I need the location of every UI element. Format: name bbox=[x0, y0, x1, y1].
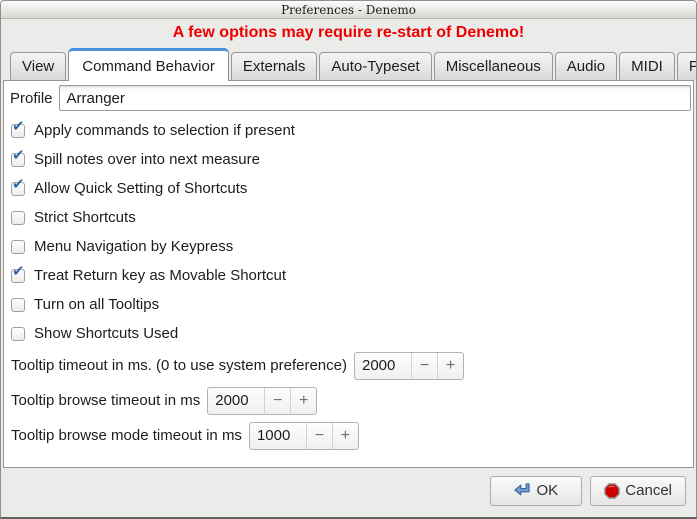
spin-increment-button[interactable]: + bbox=[332, 423, 358, 449]
checkbox-menu-navigation[interactable]: ✔ bbox=[11, 240, 25, 254]
tab-miscellaneous[interactable]: Miscellaneous bbox=[434, 52, 553, 80]
tab-command-behavior[interactable]: Command Behavior bbox=[68, 48, 229, 81]
spin-value[interactable]: 2000 bbox=[355, 353, 411, 379]
preferences-tab-bar: View Command Behavior Externals Auto-Typ… bbox=[1, 46, 696, 80]
spin-decrement-button[interactable]: − bbox=[264, 388, 290, 414]
checkbox-strict-shortcuts[interactable]: ✔ bbox=[11, 211, 25, 225]
checkmark-icon: ✔ bbox=[12, 148, 25, 163]
spin-increment-button[interactable]: + bbox=[437, 353, 463, 379]
checkbox-row-apply-commands[interactable]: ✔ Apply commands to selection if present bbox=[6, 116, 691, 145]
spin-increment-button[interactable]: + bbox=[290, 388, 316, 414]
checkbox-spill-notes[interactable]: ✔ bbox=[11, 153, 25, 167]
profile-input[interactable]: Arranger bbox=[59, 85, 691, 111]
profile-value: Arranger bbox=[67, 90, 125, 107]
ok-button[interactable]: OK bbox=[490, 476, 582, 506]
cancel-button[interactable]: Cancel bbox=[590, 476, 686, 506]
spin-value[interactable]: 1000 bbox=[250, 423, 306, 449]
tab-pitch-entry[interactable]: Pitch Entry bbox=[677, 52, 697, 80]
spin-decrement-button[interactable]: − bbox=[306, 423, 332, 449]
spinbutton-tooltip-browse-timeout: 2000 − + bbox=[207, 387, 317, 415]
dialog-action-area: OK Cancel bbox=[1, 468, 696, 519]
checkbox-quick-shortcuts[interactable]: ✔ bbox=[11, 182, 25, 196]
command-behavior-panel: Profile Arranger ✔ Apply commands to sel… bbox=[3, 80, 694, 468]
checkbox-row-tooltips-on[interactable]: ✔ Turn on all Tooltips bbox=[6, 290, 691, 319]
profile-label: Profile bbox=[6, 90, 59, 107]
enter-arrow-icon bbox=[514, 483, 531, 498]
restart-warning-text: A few options may require re-start of De… bbox=[1, 19, 696, 46]
profile-row: Profile Arranger bbox=[6, 84, 691, 112]
tooltip-timeout-row: Tooltip timeout in ms. (0 to use system … bbox=[6, 348, 691, 383]
window-titlebar[interactable]: Preferences - Denemo bbox=[1, 1, 696, 19]
spinbutton-tooltip-browse-mode-timeout: 1000 − + bbox=[249, 422, 359, 450]
tab-auto-typeset[interactable]: Auto-Typeset bbox=[319, 52, 431, 80]
checkmark-icon: ✔ bbox=[12, 177, 25, 192]
tab-midi[interactable]: MIDI bbox=[619, 52, 675, 80]
spinbutton-tooltip-timeout: 2000 − + bbox=[354, 352, 464, 380]
checkbox-row-strict-shortcuts[interactable]: ✔ Strict Shortcuts bbox=[6, 203, 691, 232]
tab-externals[interactable]: Externals bbox=[231, 52, 318, 80]
checkbox-row-show-shortcuts[interactable]: ✔ Show Shortcuts Used bbox=[6, 319, 691, 348]
checkbox-row-return-movable[interactable]: ✔ Treat Return key as Movable Shortcut bbox=[6, 261, 691, 290]
checkbox-row-menu-navigation[interactable]: ✔ Menu Navigation by Keypress bbox=[6, 232, 691, 261]
checkbox-apply-commands[interactable]: ✔ bbox=[11, 124, 25, 138]
tooltip-browse-timeout-row: Tooltip browse timeout in ms 2000 − + bbox=[6, 383, 691, 418]
tab-view[interactable]: View bbox=[10, 52, 66, 80]
checkbox-show-shortcuts[interactable]: ✔ bbox=[11, 327, 25, 341]
checkbox-tooltips-on[interactable]: ✔ bbox=[11, 298, 25, 312]
checkbox-row-spill-notes[interactable]: ✔ Spill notes over into next measure bbox=[6, 145, 691, 174]
tooltip-browse-mode-timeout-row: Tooltip browse mode timeout in ms 1000 −… bbox=[6, 418, 691, 453]
spin-value[interactable]: 2000 bbox=[208, 388, 264, 414]
checkmark-icon: ✔ bbox=[12, 264, 25, 279]
checkmark-icon: ✔ bbox=[12, 119, 25, 134]
checkbox-row-quick-shortcuts[interactable]: ✔ Allow Quick Setting of Shortcuts bbox=[6, 174, 691, 203]
preferences-dialog: Preferences - Denemo A few options may r… bbox=[0, 0, 697, 519]
spin-decrement-button[interactable]: − bbox=[411, 353, 437, 379]
stop-octagon-icon bbox=[604, 483, 620, 499]
window-title: Preferences - Denemo bbox=[281, 4, 416, 16]
checkbox-return-movable[interactable]: ✔ bbox=[11, 269, 25, 283]
tab-audio[interactable]: Audio bbox=[555, 52, 617, 80]
